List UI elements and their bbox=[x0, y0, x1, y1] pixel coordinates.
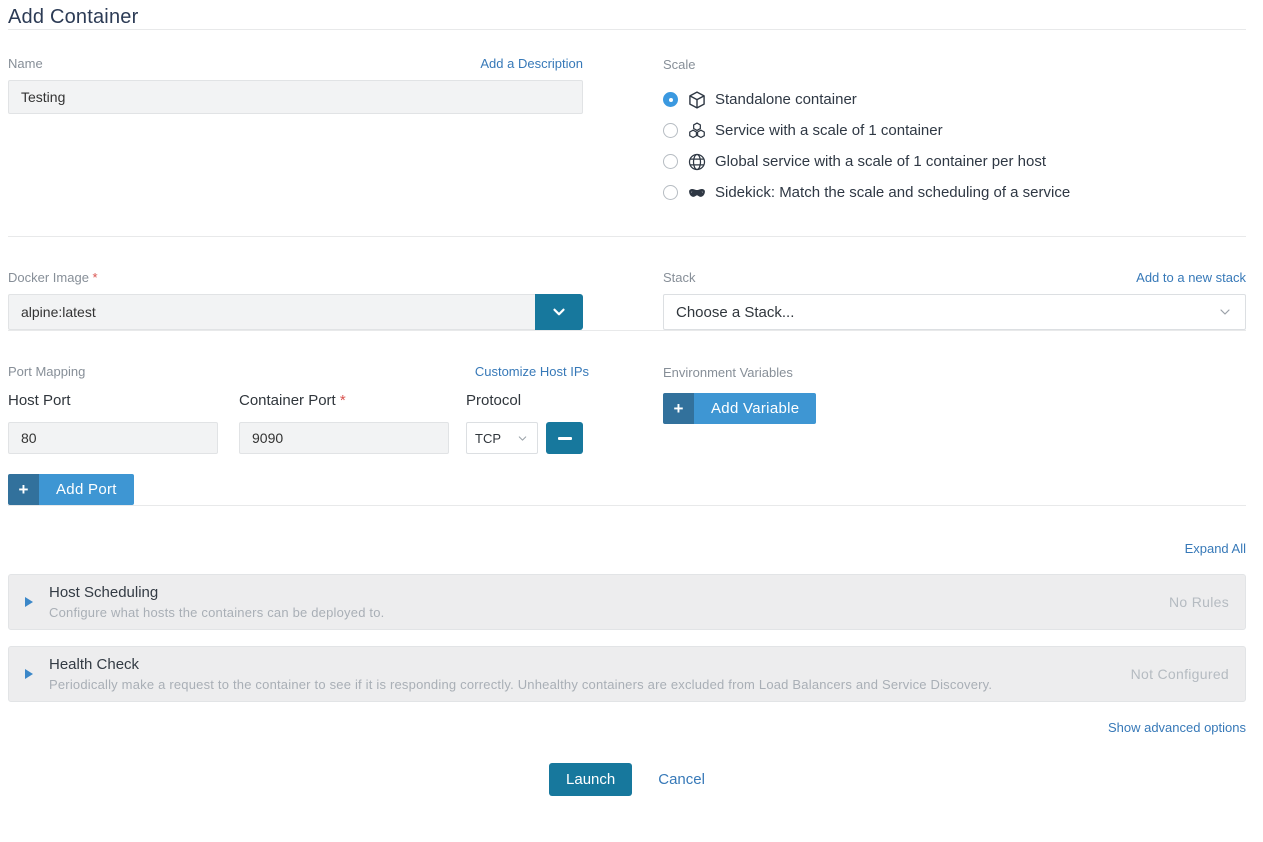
launch-button[interactable]: Launch bbox=[549, 763, 632, 796]
add-container-form: Add Container Name Add a Description Sca… bbox=[0, 0, 1263, 796]
cubes-icon bbox=[687, 121, 707, 141]
cube-icon bbox=[687, 90, 707, 110]
port-mapping-label: Port Mapping bbox=[8, 364, 85, 379]
add-variable-label: Add Variable bbox=[694, 393, 816, 424]
expand-all-link[interactable]: Expand All bbox=[1185, 541, 1246, 556]
host-port-label: Host Port bbox=[8, 392, 71, 409]
status-badge: Not Configured bbox=[1131, 666, 1229, 682]
environment-variables-label: Environment Variables bbox=[663, 365, 793, 380]
divider bbox=[8, 330, 1246, 331]
name-section: Name Add a Description bbox=[8, 56, 583, 236]
port-mapping-section: Port Mapping Customize Host IPs Host Por… bbox=[8, 364, 583, 505]
ports-env-row: Port Mapping Customize Host IPs Host Por… bbox=[8, 364, 1246, 505]
add-port-label: Add Port bbox=[39, 474, 134, 505]
scale-option-label: Standalone container bbox=[715, 91, 857, 108]
protocol-label: Protocol bbox=[466, 392, 521, 409]
name-label: Name bbox=[8, 56, 43, 71]
container-port-field: Container Port * bbox=[239, 392, 449, 454]
container-port-input[interactable] bbox=[239, 422, 449, 454]
container-port-label: Container Port * bbox=[239, 392, 346, 409]
accordion-subtitle: Configure what hosts the containers can … bbox=[49, 605, 1149, 620]
stack-label: Stack bbox=[663, 270, 696, 285]
radio-global[interactable] bbox=[663, 154, 678, 169]
docker-image-dropdown-button[interactable] bbox=[535, 294, 583, 330]
remove-port-button[interactable] bbox=[546, 422, 583, 454]
divider bbox=[8, 236, 1246, 237]
scale-option-service[interactable]: Service with a scale of 1 container bbox=[663, 115, 1246, 146]
chevron-down-icon bbox=[1217, 304, 1233, 320]
radio-sidekick[interactable] bbox=[663, 185, 678, 200]
name-scale-row: Name Add a Description Scale bbox=[8, 56, 1246, 236]
mask-icon bbox=[687, 183, 707, 203]
name-input[interactable] bbox=[8, 80, 583, 114]
host-scheduling-accordion[interactable]: Host Scheduling Configure what hosts the… bbox=[8, 574, 1246, 630]
accordion-title: Health Check bbox=[49, 656, 1111, 673]
host-port-field: Host Port bbox=[8, 392, 218, 454]
customize-host-ips-link[interactable]: Customize Host IPs bbox=[475, 364, 589, 379]
divider bbox=[8, 505, 1246, 506]
docker-image-label: Docker Image * bbox=[8, 270, 98, 285]
minus-icon bbox=[558, 437, 572, 440]
radio-standalone[interactable] bbox=[663, 92, 678, 107]
caret-right-icon[interactable] bbox=[9, 669, 49, 679]
scale-option-label: Global service with a scale of 1 contain… bbox=[715, 153, 1046, 170]
show-advanced-options-link[interactable]: Show advanced options bbox=[1108, 720, 1246, 735]
health-check-accordion[interactable]: Health Check Periodically make a request… bbox=[8, 646, 1246, 702]
required-asterisk: * bbox=[93, 270, 98, 285]
chevron-down-icon bbox=[550, 303, 568, 321]
globe-icon bbox=[687, 152, 707, 172]
image-stack-row: Docker Image * Stack Add to a new stack bbox=[8, 270, 1246, 330]
add-description-link[interactable]: Add a Description bbox=[480, 56, 583, 71]
scale-option-global[interactable]: Global service with a scale of 1 contain… bbox=[663, 146, 1246, 177]
protocol-field: Protocol TCP bbox=[466, 392, 583, 454]
plus-icon: + bbox=[8, 474, 39, 505]
chevron-down-icon bbox=[516, 432, 529, 445]
protocol-select-value: TCP bbox=[475, 431, 501, 446]
stack-select[interactable]: Choose a Stack... bbox=[663, 294, 1246, 330]
page-title: Add Container bbox=[8, 6, 1246, 29]
stack-section: Stack Add to a new stack Choose a Stack.… bbox=[663, 270, 1246, 330]
radio-service[interactable] bbox=[663, 123, 678, 138]
scale-label: Scale bbox=[663, 57, 696, 72]
add-new-stack-link[interactable]: Add to a new stack bbox=[1136, 270, 1246, 285]
add-variable-button[interactable]: + Add Variable bbox=[663, 393, 816, 424]
scale-option-label: Service with a scale of 1 container bbox=[715, 122, 943, 139]
required-asterisk: * bbox=[340, 392, 346, 409]
caret-right-icon[interactable] bbox=[9, 597, 49, 607]
plus-icon: + bbox=[663, 393, 694, 424]
protocol-select[interactable]: TCP bbox=[466, 422, 538, 454]
docker-image-input[interactable] bbox=[8, 294, 535, 330]
host-port-input[interactable] bbox=[8, 422, 218, 454]
status-badge: No Rules bbox=[1169, 594, 1229, 610]
accordion-title: Host Scheduling bbox=[49, 584, 1149, 601]
scale-option-label: Sidekick: Match the scale and scheduling… bbox=[715, 184, 1070, 201]
scale-section: Scale Standalone container bbox=[663, 56, 1246, 236]
environment-section: Environment Variables + Add Variable bbox=[663, 364, 1246, 505]
scale-option-standalone[interactable]: Standalone container bbox=[663, 84, 1246, 115]
form-footer: Launch Cancel bbox=[8, 763, 1246, 796]
divider bbox=[8, 29, 1246, 30]
accordion-subtitle: Periodically make a request to the conta… bbox=[49, 677, 1111, 692]
docker-image-section: Docker Image * bbox=[8, 270, 583, 330]
add-port-button[interactable]: + Add Port bbox=[8, 474, 134, 505]
cancel-button[interactable]: Cancel bbox=[658, 771, 705, 788]
stack-select-value: Choose a Stack... bbox=[676, 304, 794, 321]
scale-option-sidekick[interactable]: Sidekick: Match the scale and scheduling… bbox=[663, 177, 1246, 208]
